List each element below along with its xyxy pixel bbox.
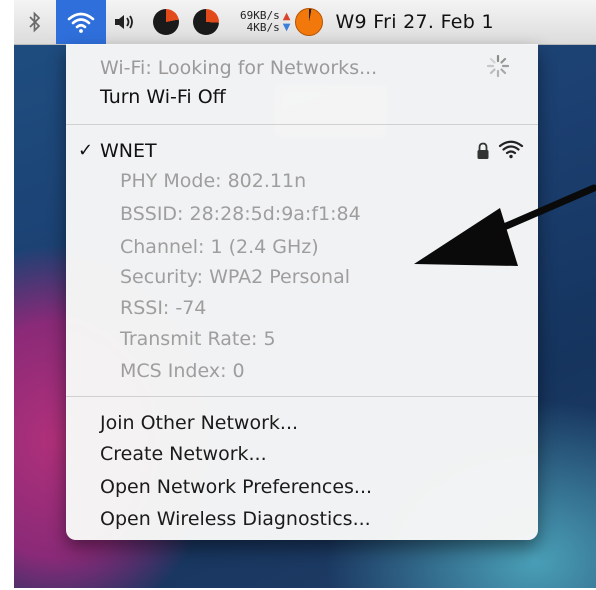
- memory-monitor-icon[interactable]: [193, 9, 219, 35]
- volume-icon[interactable]: [106, 0, 146, 44]
- battery-clock-icon[interactable]: [295, 8, 324, 36]
- turn-wifi-off-item[interactable]: Turn Wi-Fi Off: [100, 82, 226, 112]
- download-arrow-icon: ▼: [282, 22, 291, 33]
- network-rate-readout[interactable]: 69KB/s 4KB/s: [240, 10, 280, 34]
- bluetooth-icon-glyph: [29, 11, 41, 33]
- menubar-clock[interactable]: W9 Fri 27. Feb 1: [335, 11, 493, 33]
- create-network-item[interactable]: Create Network...: [100, 439, 267, 469]
- upload-arrow-icon: ▲: [282, 11, 291, 22]
- arrow-icon: [414, 184, 596, 266]
- network-item-wnet[interactable]: WNET: [100, 136, 157, 166]
- network-detail-channel: Channel: 1 (2.4 GHz): [120, 236, 319, 258]
- network-detail-bssid: BSSID: 28:28:5d:9a:f1:84: [120, 203, 361, 225]
- menu-separator: [66, 124, 538, 125]
- open-wireless-diagnostics-item[interactable]: Open Wireless Diagnostics...: [100, 504, 371, 534]
- bluetooth-icon[interactable]: [14, 0, 56, 44]
- menu-bar: 69KB/s 4KB/s ▲ ▼ W9 Fri 27. Feb 1: [14, 0, 596, 45]
- spinner-icon: [486, 54, 510, 78]
- wifi-dropdown-menu: Wi-Fi: Looking for Networks... Turn Wi-F…: [66, 44, 538, 540]
- wifi-icon: [67, 12, 95, 33]
- network-detail-security: Security: WPA2 Personal: [120, 266, 351, 288]
- speaker-icon: [115, 15, 133, 29]
- wifi-menu-icon[interactable]: [56, 0, 106, 44]
- network-arrows-icon: ▲ ▼: [283, 11, 291, 33]
- network-detail-rssi: RSSI: -74: [120, 297, 207, 319]
- network-detail-phy-mode: PHY Mode: 802.11n: [120, 170, 307, 192]
- open-network-preferences-item[interactable]: Open Network Preferences...: [100, 472, 372, 502]
- network-detail-transmit-rate: Transmit Rate: 5: [120, 328, 276, 350]
- network-detail-mcs-index: MCS Index: 0: [120, 360, 245, 382]
- cpu-monitor-icon[interactable]: [153, 9, 179, 35]
- screenshot-frame: 69KB/s 4KB/s ▲ ▼ W9 Fri 27. Feb 1 Wi-Fi:…: [14, 0, 596, 588]
- join-other-network-item[interactable]: Join Other Network...: [100, 408, 298, 438]
- checkmark-icon: ✓: [78, 140, 94, 161]
- menu-separator: [66, 396, 538, 397]
- download-rate: 4KB/s: [246, 21, 280, 34]
- wifi-status-text: Wi-Fi: Looking for Networks...: [100, 57, 378, 79]
- wifi-signal-icon: [498, 140, 524, 159]
- lock-icon: [477, 142, 489, 159]
